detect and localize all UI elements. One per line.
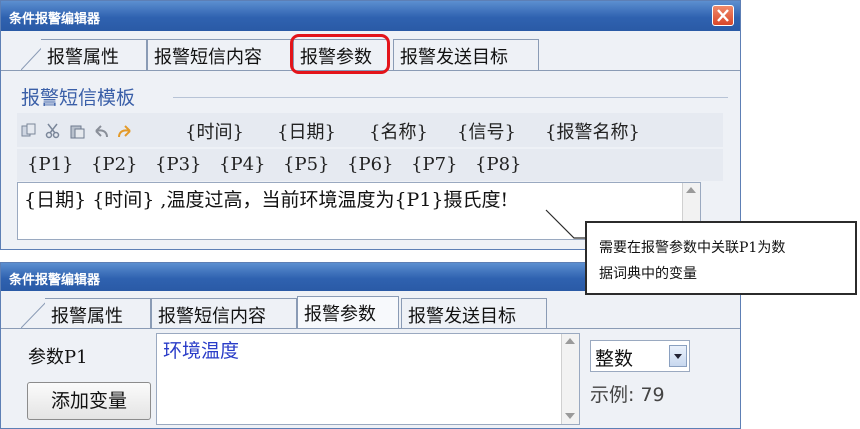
data-type-select[interactable]: 整数 bbox=[590, 340, 690, 372]
insert-signal-field[interactable]: {信号} bbox=[457, 118, 516, 144]
callout-line-2: 据词典中的变量 bbox=[599, 266, 697, 282]
insert-name-field[interactable]: {名称} bbox=[369, 118, 428, 144]
add-variable-button[interactable]: 添加变量 bbox=[27, 382, 151, 420]
close-icon bbox=[717, 9, 729, 22]
callout-box: 需要在报警参数中关联P1为数 据词典中的变量 bbox=[585, 221, 857, 295]
template-toolbar: {时间} {日期} {名称} {信号} {报警名称} bbox=[17, 113, 723, 147]
tab-label: 报警短信内容 bbox=[158, 306, 266, 327]
param-p6-field[interactable]: {P6} bbox=[347, 154, 393, 175]
tab-alarm-parameters[interactable]: 报警参数 bbox=[297, 296, 399, 329]
example-value: 示例: 79 bbox=[590, 384, 665, 406]
data-type-value: 整数 bbox=[595, 348, 634, 370]
tab-sms-content[interactable]: 报警短信内容 bbox=[147, 39, 293, 70]
insert-alarm-name-field[interactable]: {报警名称} bbox=[545, 118, 640, 144]
insert-time-field[interactable]: {时间} bbox=[185, 118, 244, 144]
highlight-box bbox=[290, 34, 390, 74]
chevron-down-icon[interactable] bbox=[669, 345, 687, 367]
callout-line-1: 需要在报警参数中关联P1为数 bbox=[599, 240, 786, 256]
window-title: 条件报警编辑器 bbox=[9, 273, 101, 288]
group-divider bbox=[173, 97, 728, 98]
group-title: 报警短信模板 bbox=[21, 87, 136, 109]
tab-label: 报警发送目标 bbox=[400, 47, 508, 68]
tab-alarm-properties[interactable]: 报警属性 bbox=[45, 298, 151, 328]
window-title: 条件报警编辑器 bbox=[9, 12, 101, 27]
param-p4-field[interactable]: {P4} bbox=[219, 154, 265, 175]
copy-icon[interactable] bbox=[21, 123, 37, 139]
tab-send-target[interactable]: 报警发送目标 bbox=[393, 39, 539, 70]
tab-label: 报警参数 bbox=[304, 304, 376, 325]
param-p3-field[interactable]: {P3} bbox=[155, 154, 201, 175]
scroll-up-icon[interactable] bbox=[565, 338, 575, 344]
param-p5-field[interactable]: {P5} bbox=[283, 154, 329, 175]
undo-icon[interactable] bbox=[93, 123, 109, 139]
param-p7-field[interactable]: {P7} bbox=[411, 154, 457, 175]
parameter-toolbar: {P1} {P2} {P3} {P4} {P5} {P6} {P7} {P8} bbox=[17, 149, 723, 181]
cut-icon[interactable] bbox=[45, 123, 61, 139]
scroll-down-icon[interactable] bbox=[565, 413, 575, 419]
tab-send-target[interactable]: 报警发送目标 bbox=[401, 298, 547, 328]
param-p1-field[interactable]: {P1} bbox=[27, 154, 73, 175]
tab-label: 报警属性 bbox=[51, 306, 123, 327]
param-p8-field[interactable]: {P8} bbox=[475, 154, 521, 175]
param-label: 参数P1 bbox=[28, 347, 88, 368]
tab-baseline bbox=[1, 328, 740, 329]
template-text: {日期} {时间} ,温度过高，当前环境温度为{P1}摄氏度! bbox=[24, 189, 509, 211]
close-button[interactable] bbox=[712, 5, 734, 26]
scroll-up-icon[interactable] bbox=[686, 187, 696, 193]
tab-label: 报警属性 bbox=[47, 47, 119, 68]
title-bar[interactable]: 条件报警编辑器 bbox=[1, 1, 740, 31]
variable-text-area[interactable]: 环境温度 bbox=[156, 333, 580, 425]
redo-icon[interactable] bbox=[117, 123, 133, 139]
param-p2-field[interactable]: {P2} bbox=[91, 154, 137, 175]
tab-sms-content[interactable]: 报警短信内容 bbox=[151, 298, 297, 328]
tab-strip: 报警属性 报警短信内容 报警参数 报警发送目标 bbox=[1, 291, 740, 329]
variable-text: 环境温度 bbox=[163, 340, 240, 362]
scrollbar[interactable] bbox=[561, 334, 579, 424]
tab-label: 报警发送目标 bbox=[408, 306, 516, 327]
tab-alarm-properties[interactable]: 报警属性 bbox=[41, 39, 147, 70]
paste-icon[interactable] bbox=[69, 123, 85, 139]
tab-label: 报警短信内容 bbox=[154, 47, 262, 68]
insert-date-field[interactable]: {日期} bbox=[277, 118, 336, 144]
